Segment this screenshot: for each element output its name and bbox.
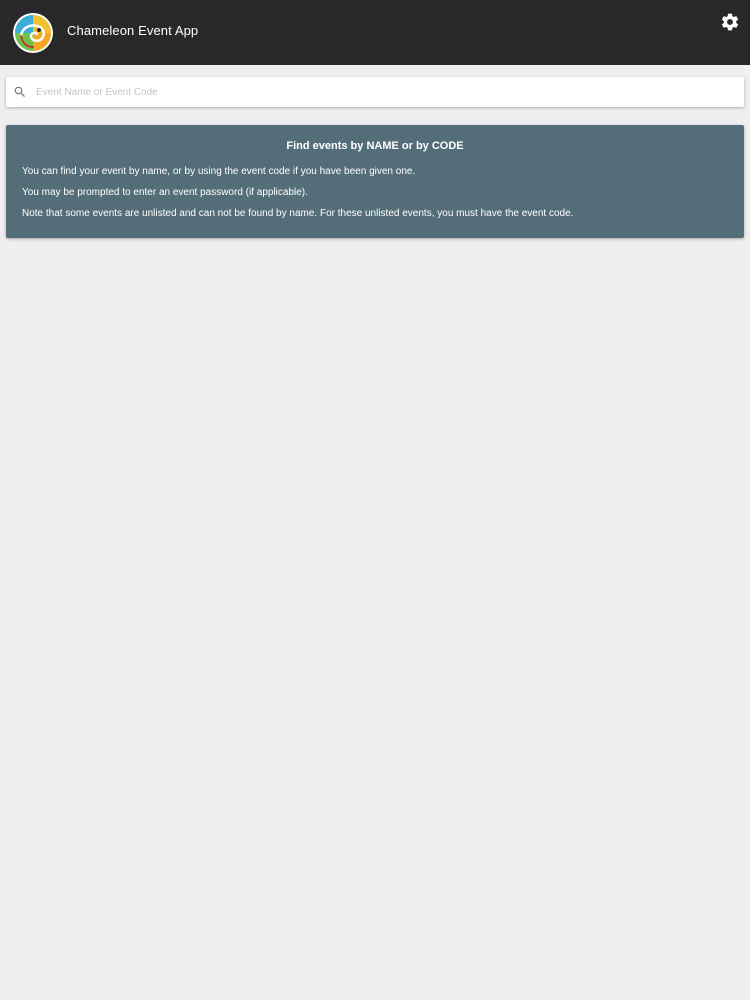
gear-icon[interactable] — [720, 12, 740, 32]
app-title: Chameleon Event App — [67, 23, 199, 38]
info-line-password: You may be prompted to enter an event pa… — [22, 187, 308, 198]
chameleon-logo-icon — [12, 12, 54, 54]
info-card: Find events by NAME or by CODE You can f… — [6, 125, 744, 238]
info-heading: Find events by NAME or by CODE — [286, 140, 464, 152]
info-line-name-or-code: You can find your event by name, or by u… — [22, 166, 416, 177]
info-line-unlisted: Note that some events are unlisted and c… — [22, 208, 574, 219]
settings-button[interactable] — [720, 12, 740, 32]
search-bar[interactable] — [6, 77, 744, 107]
search-icon — [13, 85, 27, 99]
search-input[interactable] — [36, 77, 736, 107]
app-header: Chameleon Event App — [0, 0, 750, 65]
